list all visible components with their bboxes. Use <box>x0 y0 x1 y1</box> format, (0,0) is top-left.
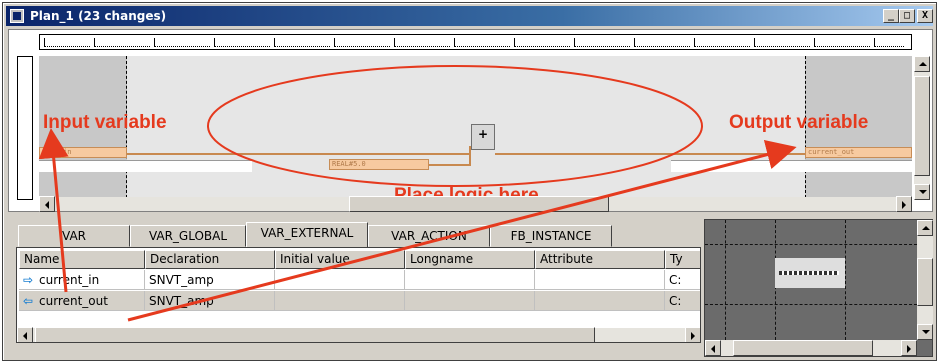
overview-vertical-scrollbar[interactable] <box>917 220 933 340</box>
overview-viewport[interactable] <box>775 258 845 288</box>
column-header-name[interactable]: Name <box>19 250 145 269</box>
table-horizontal-scrollbar[interactable] <box>17 327 700 342</box>
input-strip <box>39 160 127 172</box>
output-variable-box[interactable]: current_out <box>805 147 912 158</box>
input-variable-box[interactable]: cent_in <box>39 147 127 158</box>
scroll-down-button[interactable] <box>914 184 930 200</box>
overview-horizontal-scrollbar[interactable] <box>705 340 917 356</box>
arrow-left-icon <box>23 332 27 340</box>
variable-name: current_out <box>39 294 108 308</box>
name-cell[interactable]: ⇦ current_out <box>19 291 145 311</box>
tab-var-global[interactable]: VAR_GLOBAL <box>130 225 246 247</box>
horizontal-scroll-thumb[interactable] <box>349 196 609 212</box>
plan-window: Plan_1 (23 changes) _ □ X cent_in REAL#5… <box>2 2 937 361</box>
arrow-right-icon <box>691 332 695 340</box>
type-cell[interactable]: C: <box>665 291 700 311</box>
minimize-button[interactable]: _ <box>883 9 899 23</box>
constant-signal-line <box>429 164 471 166</box>
input-wire-strip <box>127 160 252 172</box>
scroll-up-button[interactable] <box>914 56 930 72</box>
input-arrow-icon: ⇨ <box>23 273 34 287</box>
column-header-declaration[interactable]: Declaration <box>145 250 275 269</box>
overview-scroll-thumb[interactable] <box>917 258 933 306</box>
scroll-right-button[interactable] <box>901 340 917 356</box>
vertical-scroll-thumb[interactable] <box>914 76 930 176</box>
title-bar[interactable]: Plan_1 (23 changes) _ □ X <box>6 6 933 26</box>
add-function-block[interactable]: + <box>471 124 495 150</box>
table-row[interactable]: ⇦ current_out SNVT_amp C: <box>19 291 700 311</box>
attribute-cell[interactable] <box>535 270 665 290</box>
table-scroll-thumb[interactable] <box>35 327 595 342</box>
diagram-vertical-scrollbar[interactable] <box>914 56 930 200</box>
tab-var-action[interactable]: VAR_ACTION <box>368 225 490 247</box>
arrow-right-icon <box>907 345 911 353</box>
output-arrow-icon: ⇦ <box>23 294 34 308</box>
arrow-down-icon <box>919 190 927 194</box>
name-cell[interactable]: ⇨ current_in <box>19 270 145 290</box>
scroll-right-button[interactable] <box>685 327 700 342</box>
declaration-cell[interactable]: SNVT_amp <box>145 270 275 290</box>
overview-h-scroll-thumb[interactable] <box>733 340 873 356</box>
longname-cell[interactable] <box>405 270 535 290</box>
longname-cell[interactable] <box>405 291 535 311</box>
overview-navigator[interactable] <box>704 219 933 357</box>
arrow-up-icon <box>922 226 930 230</box>
window-title: Plan_1 (23 changes) <box>30 9 167 23</box>
scroll-left-button[interactable] <box>17 327 33 342</box>
type-cell[interactable]: C: <box>665 270 700 290</box>
declaration-cell[interactable]: SNVT_amp <box>145 291 275 311</box>
table-row[interactable]: ⇨ current_in SNVT_amp C: <box>19 270 700 290</box>
output-variable-annotation: Output variable <box>729 112 869 133</box>
column-header-longname[interactable]: Longname <box>405 250 535 269</box>
overview-wire <box>779 271 839 275</box>
column-header-initial-value[interactable]: Initial value <box>275 250 405 269</box>
scroll-left-button[interactable] <box>705 340 721 356</box>
input-variable-annotation: Input variable <box>43 112 167 133</box>
variables-table[interactable]: Name Declaration Initial value Longname … <box>16 247 701 343</box>
close-button[interactable]: X <box>917 9 933 23</box>
scroll-up-button[interactable] <box>917 220 933 236</box>
constant-box[interactable]: REAL#5.0 <box>329 159 429 170</box>
scroll-down-button[interactable] <box>917 324 933 340</box>
overview-canvas[interactable] <box>705 220 917 340</box>
scroll-right-button[interactable] <box>896 196 912 212</box>
input-signal-line <box>127 153 471 155</box>
initial-value-cell[interactable] <box>275 291 405 311</box>
arrow-left-icon <box>45 201 49 209</box>
output-wire-strip <box>671 160 805 172</box>
tab-var[interactable]: VAR <box>18 225 130 247</box>
app-icon <box>10 9 24 23</box>
attribute-cell[interactable] <box>535 291 665 311</box>
arrow-right-icon <box>902 201 906 209</box>
arrow-left-icon <box>711 345 715 353</box>
column-header-attribute[interactable]: Attribute <box>535 250 665 269</box>
column-header-type[interactable]: Ty <box>665 250 700 269</box>
output-strip <box>805 160 912 172</box>
initial-value-cell[interactable] <box>275 270 405 290</box>
diagram-horizontal-scrollbar[interactable] <box>39 196 912 212</box>
variables-panel: VAR VAR_GLOBAL VAR_EXTERNAL VAR_ACTION F… <box>8 215 703 355</box>
logic-diagram[interactable]: cent_in REAL#5.0 current_out + Input var… <box>8 29 933 212</box>
arrow-up-icon <box>919 62 927 66</box>
tab-fb-instance[interactable]: FB_INSTANCE <box>490 225 612 247</box>
maximize-button[interactable]: □ <box>899 9 915 23</box>
scroll-left-button[interactable] <box>39 196 55 212</box>
diagram-canvas[interactable]: cent_in REAL#5.0 current_out + Input var… <box>39 56 912 198</box>
output-signal-line <box>495 153 805 155</box>
arrow-down-icon <box>922 330 930 334</box>
variable-name: current_in <box>39 273 100 287</box>
horizontal-ruler <box>39 34 912 50</box>
tab-var-external[interactable]: VAR_EXTERNAL <box>246 222 368 247</box>
vertical-ruler <box>17 56 33 200</box>
